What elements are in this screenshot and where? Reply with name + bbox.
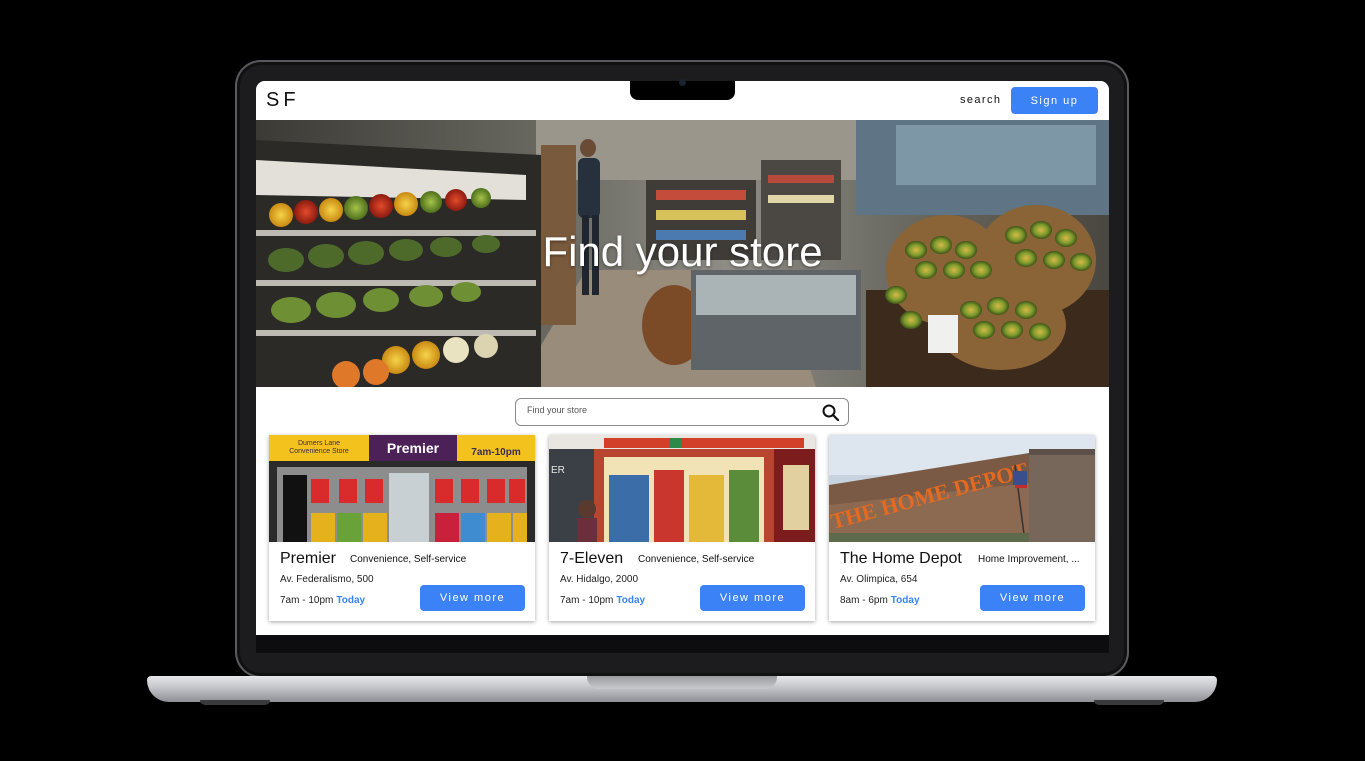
hero-banner: Find your store: [256, 120, 1109, 387]
view-more-button[interactable]: View more: [700, 585, 805, 611]
store-search-bar[interactable]: [515, 398, 849, 426]
laptop-opening-notch: [587, 676, 777, 689]
seven-eleven-window-text: ER: [551, 465, 565, 476]
screen: SF search Sign up Find your store Find y…: [256, 81, 1109, 635]
store-hours: 7am - 10pm Today: [560, 595, 645, 606]
store-hours-day: Today: [890, 595, 920, 606]
store-hours-range: 7am - 10pm: [280, 595, 334, 606]
store-type: Convenience, Self-service: [350, 554, 467, 565]
store-card-home-depot: THE HOME DEPOT The Home Depot Home Impro…: [829, 435, 1095, 621]
hero-title: Find your store: [542, 228, 823, 275]
store-card-7eleven: ER 7-Eleven Convenience, Self-service Av…: [549, 435, 815, 621]
store-name[interactable]: 7-Eleven: [560, 550, 623, 568]
store-address: Av. Hidalgo, 2000: [560, 574, 639, 585]
store-name[interactable]: Premier: [280, 550, 336, 568]
store-type: Convenience, Self-service: [638, 554, 755, 565]
svg-text:Convenience Store: Convenience Store: [289, 448, 349, 455]
store-image-7eleven: ER: [549, 435, 815, 542]
store-address: Av. Olimpica, 654: [840, 574, 918, 585]
store-address: Av. Federalismo, 500: [280, 574, 374, 585]
store-image-premier: Dumers Lane Convenience Store Premier 7a…: [269, 435, 535, 542]
signup-button[interactable]: Sign up: [1011, 87, 1098, 114]
store-name[interactable]: The Home Depot: [840, 550, 962, 568]
store-image-home-depot: THE HOME DEPOT: [829, 435, 1095, 542]
store-hours-day: Today: [336, 595, 366, 606]
search-icon[interactable]: [822, 404, 839, 421]
store-hours-range: 8am - 6pm: [840, 595, 888, 606]
nav-search-link[interactable]: search: [960, 94, 1001, 106]
store-hours-day: Today: [616, 595, 646, 606]
premier-banner-left-text: Dumers Lane: [298, 440, 340, 447]
camera-notch: [630, 79, 735, 100]
store-hours-range: 7am - 10pm: [560, 595, 614, 606]
laptop-foot-right: [1094, 700, 1164, 705]
store-type: Home Improvement, ...: [978, 554, 1080, 565]
store-hours: 8am - 6pm Today: [840, 595, 920, 606]
logo[interactable]: SF: [266, 89, 300, 112]
laptop-chin: [256, 635, 1109, 653]
view-more-button[interactable]: View more: [980, 585, 1085, 611]
store-card-premier: Dumers Lane Convenience Store Premier 7a…: [269, 435, 535, 621]
premier-hours-sign: 7am-10pm: [471, 447, 521, 458]
premier-brand-sign: Premier: [387, 440, 440, 456]
store-hours: 7am - 10pm Today: [280, 595, 365, 606]
laptop-foot-left: [200, 700, 270, 705]
view-more-button[interactable]: View more: [420, 585, 525, 611]
store-search-input[interactable]: [525, 404, 809, 416]
